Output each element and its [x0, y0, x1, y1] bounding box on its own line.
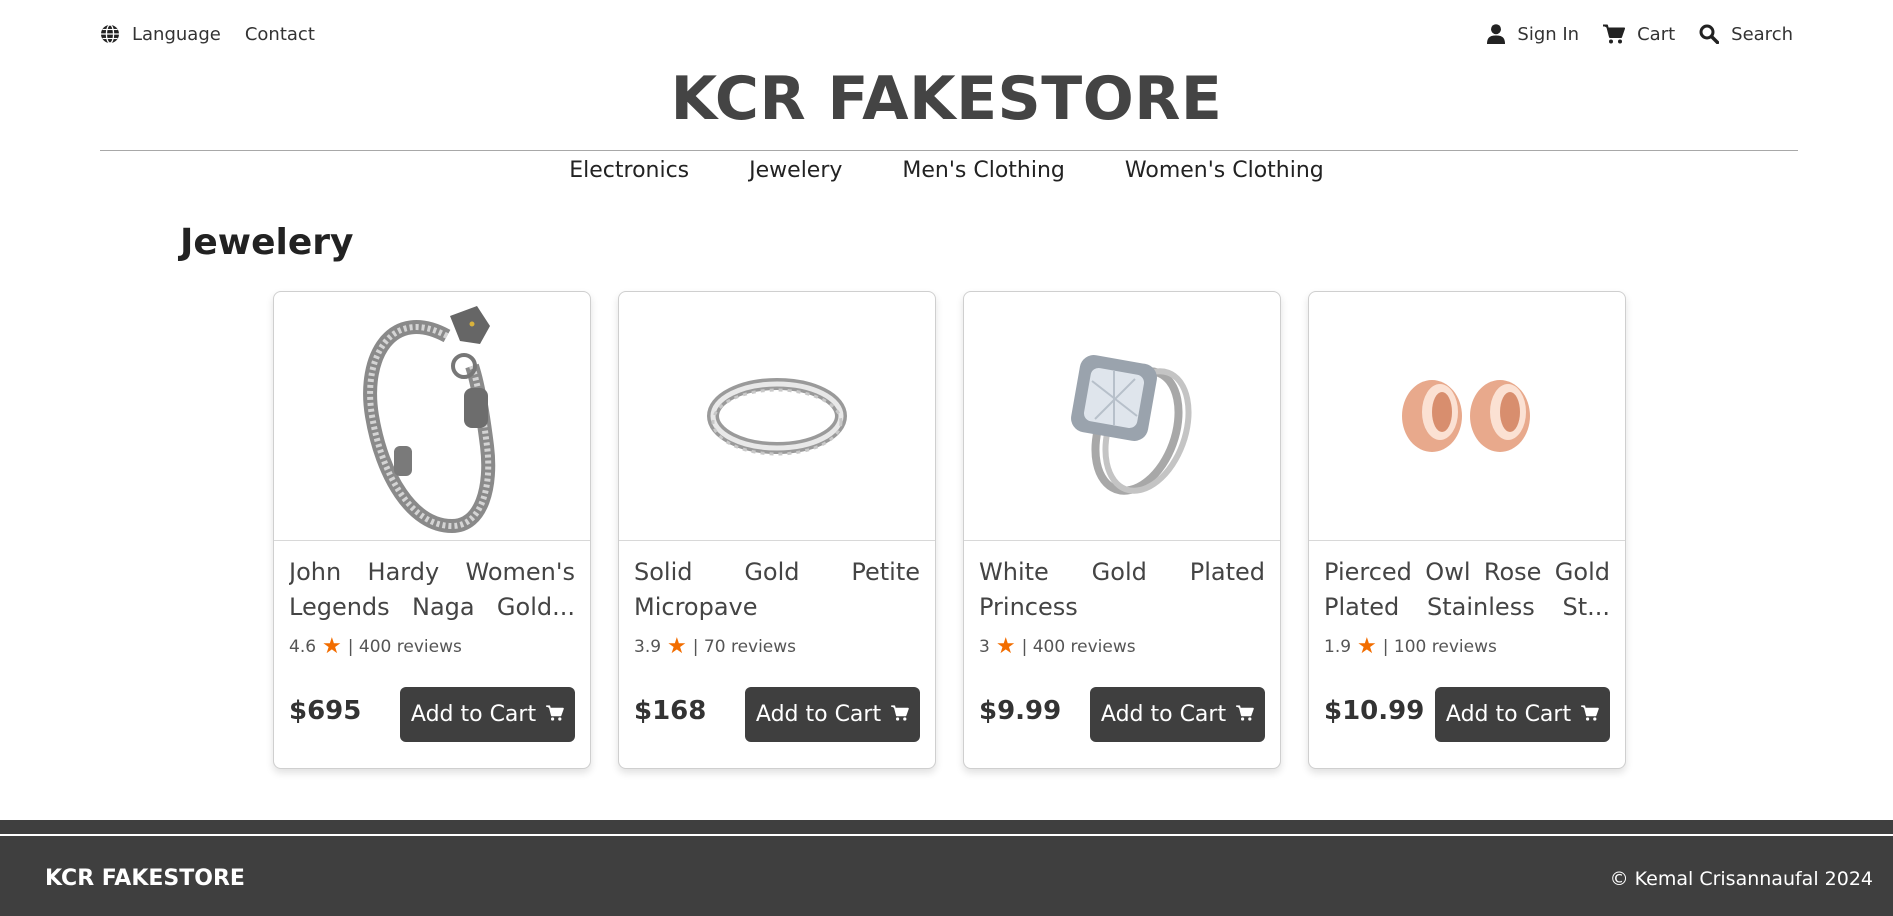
- product-price: $695: [289, 696, 362, 726]
- rating-value: 3.9: [634, 637, 662, 657]
- cart-icon: [1581, 702, 1599, 727]
- add-to-cart-label: Add to Cart: [410, 702, 537, 727]
- product-name-line-2: Legends Naga Gold...: [289, 593, 575, 621]
- product-card[interactable]: John Hardy Women's Legends Naga Gold... …: [273, 291, 591, 769]
- rating-value: 4.6: [289, 637, 317, 657]
- product-name[interactable]: John Hardy Women's Legends Naga Gold...: [289, 555, 575, 627]
- add-to-cart-button[interactable]: Add to Cart: [745, 687, 920, 742]
- product-rating: 1.9 ★ | 100 reviews: [1324, 634, 1610, 659]
- page: Language Contact Sign In Cart Search KCR…: [0, 0, 1893, 916]
- review-count: | 100 reviews: [1382, 637, 1497, 657]
- product-name-line-1: White Gold Plated: [979, 558, 1265, 586]
- product-name-line-2: Princess: [979, 593, 1078, 621]
- product-card[interactable]: Pierced Owl Rose Gold Plated Stainless S…: [1308, 291, 1626, 769]
- add-to-cart-label: Add to Cart: [1445, 702, 1572, 727]
- product-rating: 4.6 ★ | 400 reviews: [289, 634, 575, 659]
- language-label: Language: [132, 23, 221, 45]
- signin-link[interactable]: Sign In: [1487, 24, 1579, 45]
- rating-value: 1.9: [1324, 637, 1352, 657]
- cart-icon: [891, 702, 909, 727]
- product-rating: 3 ★ | 400 reviews: [979, 634, 1265, 659]
- product-name[interactable]: Solid Gold Petite Micropave: [634, 555, 920, 627]
- add-to-cart-label: Add to Cart: [1100, 702, 1227, 727]
- product-price: $168: [634, 696, 707, 726]
- cart-icon: [1236, 702, 1254, 727]
- product-name-line-1: John Hardy Women's: [289, 558, 575, 586]
- product-image[interactable]: [619, 292, 935, 541]
- bracelet-image: [363, 306, 496, 534]
- product-image[interactable]: [274, 292, 590, 541]
- star-icon: ★: [995, 634, 1016, 659]
- add-to-cart-button[interactable]: Add to Cart: [1435, 687, 1610, 742]
- footer: KCR FAKESTORE © Kemal Crisannaufal 2024: [0, 820, 1893, 916]
- product-name-line-1: Solid Gold Petite: [634, 558, 920, 586]
- product-image[interactable]: [964, 292, 1280, 541]
- diamond-ring-image: [1071, 355, 1192, 495]
- product-rating: 3.9 ★ | 70 reviews: [634, 634, 920, 659]
- footer-divider: [0, 834, 1893, 836]
- cart-link[interactable]: Cart: [1603, 24, 1675, 45]
- footer-brand[interactable]: KCR FAKESTORE: [45, 866, 245, 891]
- add-to-cart-label: Add to Cart: [755, 702, 882, 727]
- star-icon: ★: [667, 634, 687, 659]
- cart-icon: [546, 702, 564, 727]
- product-grid: John Hardy Women's Legends Naga Gold... …: [273, 291, 1626, 769]
- product-name[interactable]: White Gold Plated Princess: [979, 555, 1265, 627]
- signin-label: Sign In: [1517, 23, 1580, 45]
- nav-item-mens-clothing[interactable]: Men's Clothing: [902, 158, 1065, 190]
- top-bar-left: Language Contact: [100, 24, 315, 45]
- nav-item-electronics[interactable]: Electronics: [569, 158, 689, 190]
- page-title: Jewelery: [180, 222, 354, 263]
- cart-label: Cart: [1637, 23, 1676, 45]
- top-bar: Language Contact Sign In Cart Search: [100, 18, 1793, 50]
- add-to-cart-button[interactable]: Add to Cart: [1090, 687, 1265, 742]
- category-nav: Electronics Jewelery Men's Clothing Wome…: [0, 158, 1893, 190]
- star-icon: ★: [1357, 634, 1377, 659]
- search-icon: [1699, 24, 1720, 44]
- product-name-line-1: Pierced Owl Rose Gold: [1324, 558, 1610, 586]
- ring-image: [707, 378, 847, 456]
- copyright-text: © Kemal Crisannaufal 2024: [1609, 868, 1873, 890]
- user-icon: [1487, 24, 1506, 44]
- product-card[interactable]: Solid Gold Petite Micropave 3.9 ★ | 70 r…: [618, 291, 936, 769]
- rating-value: 3: [979, 637, 990, 657]
- add-to-cart-button[interactable]: Add to Cart: [400, 687, 575, 742]
- review-count: | 400 reviews: [1021, 637, 1136, 657]
- cart-icon: [1603, 24, 1626, 44]
- contact-link[interactable]: Contact: [245, 24, 315, 45]
- store-logo[interactable]: KCR FAKESTORE: [0, 64, 1893, 134]
- contact-label: Contact: [244, 23, 315, 45]
- product-name[interactable]: Pierced Owl Rose Gold Plated Stainless S…: [1324, 555, 1610, 627]
- product-image[interactable]: [1309, 292, 1625, 541]
- review-count: | 70 reviews: [692, 637, 797, 657]
- product-name-line-2: Plated Stainless St...: [1324, 593, 1610, 621]
- search-link[interactable]: Search: [1699, 24, 1793, 45]
- product-price: $9.99: [979, 696, 1062, 726]
- nav-item-womens-clothing[interactable]: Women's Clothing: [1125, 158, 1324, 190]
- star-icon: ★: [322, 634, 342, 659]
- globe-icon: [100, 24, 120, 44]
- product-card[interactable]: White Gold Plated Princess 3 ★ | 400 rev…: [963, 291, 1281, 769]
- plugs-image: [1402, 380, 1530, 452]
- product-name-line-2: Micropave: [634, 593, 758, 621]
- product-price: $10.99: [1324, 696, 1425, 726]
- nav-item-jewelery[interactable]: Jewelery: [749, 158, 842, 190]
- top-bar-right: Sign In Cart Search: [1487, 24, 1793, 45]
- language-link[interactable]: Language: [100, 24, 221, 45]
- header-divider: [100, 150, 1798, 151]
- search-label: Search: [1731, 23, 1793, 45]
- review-count: | 400 reviews: [347, 637, 462, 657]
